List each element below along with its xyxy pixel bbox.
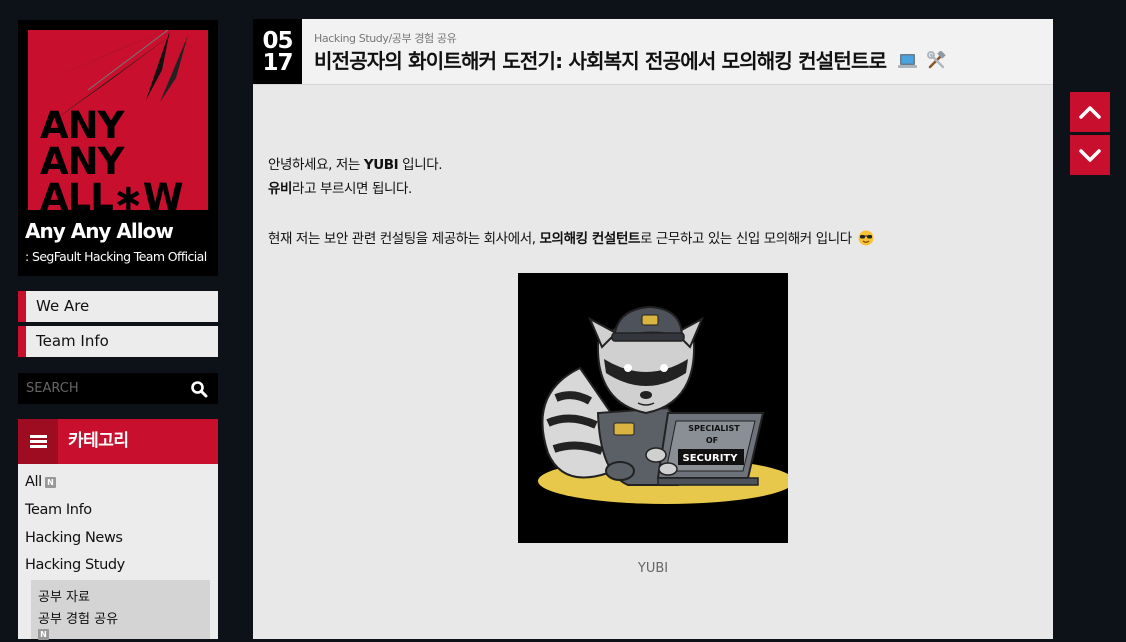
blog-subtitle: : SegFault Hacking Team Official [25, 249, 207, 264]
subcategory-list: 공부 자료 공부 경험 공유 N [31, 580, 210, 642]
nav-link-team-info[interactable]: Team Info [18, 326, 218, 357]
nav-link-we-are[interactable]: We Are [18, 291, 218, 322]
tools-icon [926, 51, 946, 69]
category-item-hacking-news[interactable]: Hacking News [25, 530, 123, 546]
chevron-down-icon [1079, 149, 1101, 162]
greeting-line-1: 안녕하세요, 저는 YUBI 입니다. [268, 157, 443, 173]
subcategory-item-study-experience[interactable]: 공부 경험 공유 N [38, 608, 118, 642]
hamburger-menu-icon[interactable] [18, 419, 58, 464]
new-badge: N [38, 629, 49, 640]
category-header: 카테고리 [18, 419, 218, 464]
post-panel: 05 17 Hacking Study/공부 경험 공유 비전공자의 화이트해커… [253, 19, 1053, 639]
blog-logo[interactable]: ANY ANY ALL∗W Any Any Allow : SegFault H… [18, 20, 218, 276]
logo-image: ANY ANY ALL∗W [28, 30, 208, 210]
post-date: 05 17 [253, 19, 302, 84]
post-header: 05 17 Hacking Study/공부 경험 공유 비전공자의 화이트해커… [253, 19, 1053, 85]
search-box [18, 373, 218, 404]
post-title: 비전공자의 화이트해커 도전기: 사회복지 전공에서 모의해킹 컨설턴트로 [314, 45, 946, 74]
category-item-hacking-study[interactable]: Hacking Study [25, 557, 125, 573]
category-item-all[interactable]: All N [25, 474, 56, 490]
blog-title[interactable]: Any Any Allow [25, 219, 174, 243]
category-list: All N Team Info Hacking News Hacking Stud… [18, 464, 218, 642]
logo-wordmark: ANY ANY ALL∗W [40, 104, 184, 210]
sunglasses-face-icon [858, 230, 874, 246]
post-date-day: 17 [262, 50, 293, 76]
chevron-up-icon [1079, 106, 1101, 119]
laptop-sticker-text: OF [706, 436, 718, 445]
image-caption: YUBI [637, 561, 669, 576]
subcategory-item-study-material[interactable]: 공부 자료 [38, 586, 90, 605]
laptop-sticker-text: SECURITY [683, 453, 739, 464]
greeting-line-2: 유비라고 부르시면 됩니다. [268, 181, 412, 197]
search-icon[interactable] [190, 380, 208, 398]
scroll-bottom-button[interactable] [1070, 135, 1110, 175]
laptop-icon [898, 54, 918, 68]
breadcrumb[interactable]: Hacking Study/공부 경험 공유 [314, 30, 457, 46]
scroll-top-button[interactable] [1070, 92, 1110, 132]
category-title: 카테고리 [68, 431, 129, 451]
laptop-sticker-text: SPECIALIST [688, 424, 740, 433]
job-description: 현재 저는 보안 관련 컨설팅을 제공하는 회사에서, 모의해킹 컨설턴트로 근… [268, 227, 874, 247]
search-input[interactable] [18, 373, 178, 404]
raccoon-hacker-illustration[interactable]: SPECIALIST OF SECURITY [518, 273, 794, 543]
new-badge: N [44, 476, 56, 488]
category-item-team-info[interactable]: Team Info [25, 502, 92, 518]
